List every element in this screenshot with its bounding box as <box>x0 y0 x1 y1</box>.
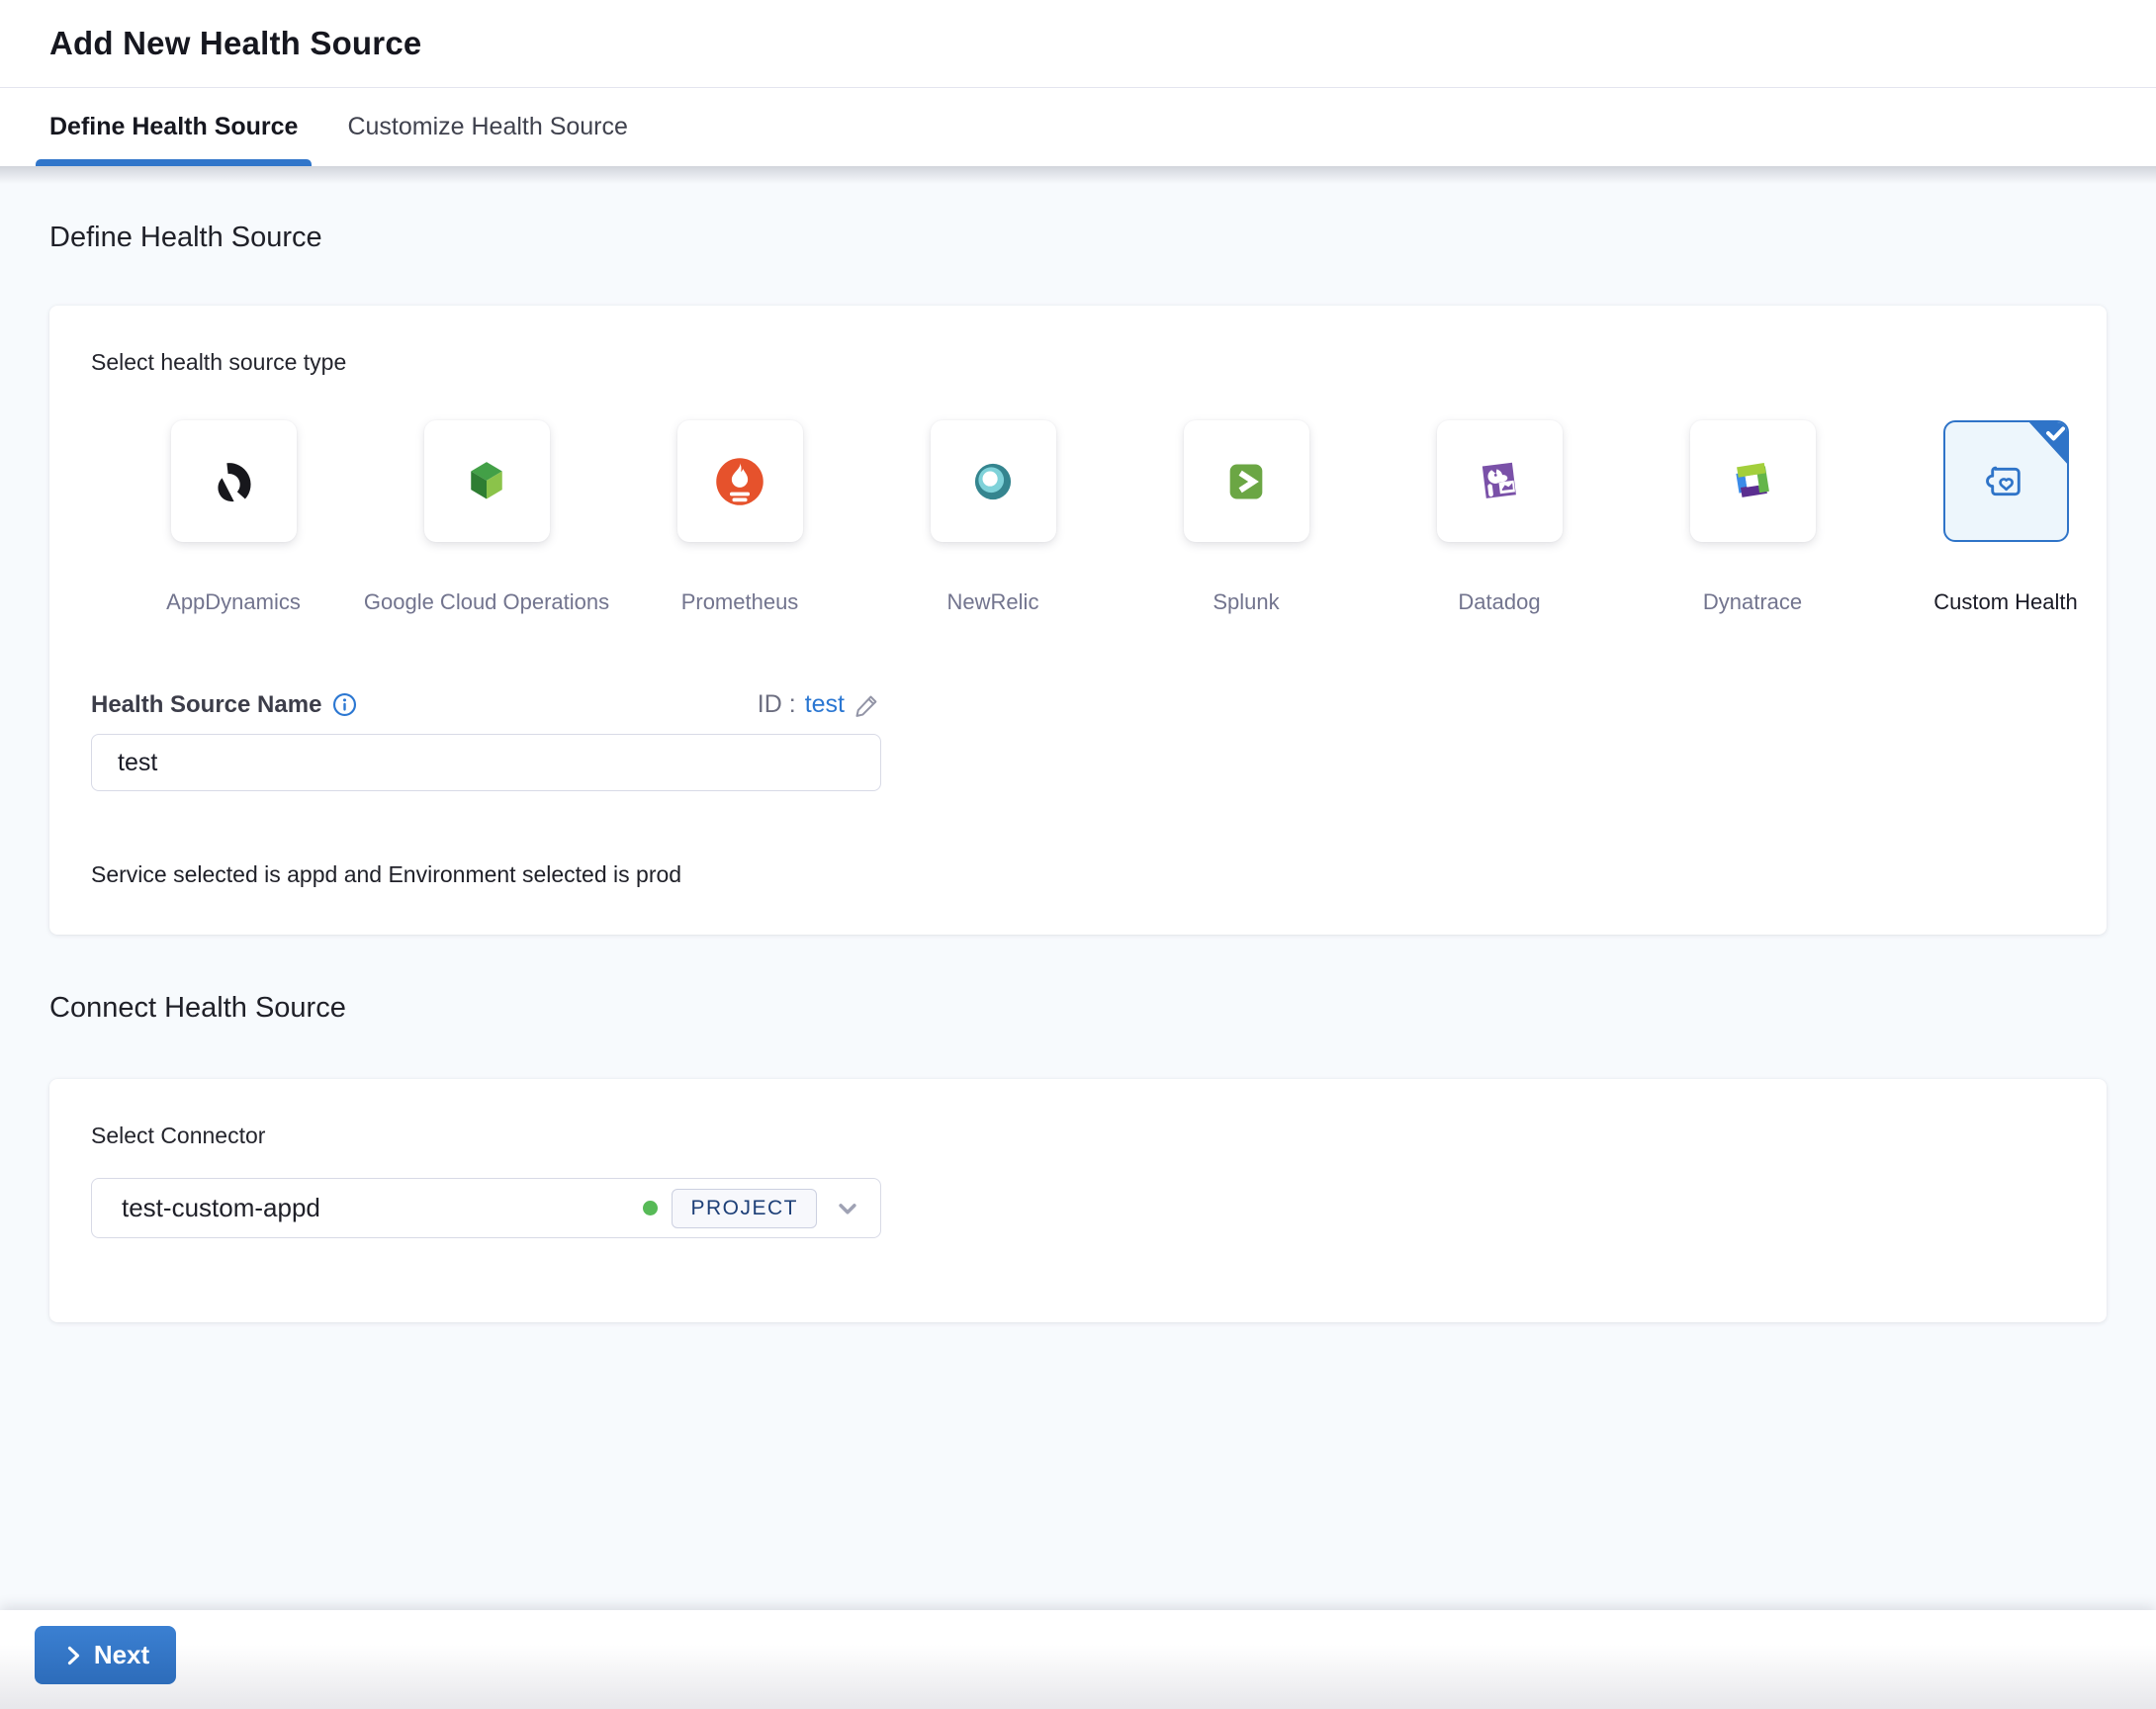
connector-value: test-custom-appd <box>122 1193 320 1222</box>
connector-select[interactable]: test-custom-appd PROJECT <box>91 1178 881 1238</box>
source-option-splunk: Splunk <box>1183 420 1309 615</box>
add-health-source-page: Add New Health Source Define Health Sour… <box>0 0 2156 1709</box>
define-section-heading: Define Health Source <box>49 222 322 253</box>
splunk-icon <box>1218 454 1274 509</box>
next-button[interactable]: Next <box>35 1626 176 1684</box>
tab-define-health-source[interactable]: Define Health Source <box>36 88 313 166</box>
tab-customize-health-source[interactable]: Customize Health Source <box>333 88 641 166</box>
tab-label: Customize Health Source <box>347 113 628 140</box>
health-source-name-input[interactable] <box>91 734 881 791</box>
label-text: Health Source Name <box>91 690 322 718</box>
source-card-custom-health[interactable] <box>1942 420 2069 542</box>
source-card-appdynamics[interactable] <box>170 420 297 542</box>
source-option-datadog: Datadog <box>1436 420 1563 615</box>
source-card-prometheus[interactable] <box>676 420 803 542</box>
datadog-icon <box>1472 454 1527 509</box>
tab-bar: Define Health Source Customize Health So… <box>0 88 2156 166</box>
source-card-newrelic[interactable] <box>930 420 1056 542</box>
id-prefix: ID : <box>757 690 796 718</box>
source-label: NewRelic <box>946 589 1039 614</box>
source-card-datadog[interactable] <box>1436 420 1563 542</box>
source-option-custom-health: Custom Health <box>1933 420 2078 615</box>
selected-check-icon <box>2023 422 2067 466</box>
chevron-down-icon[interactable] <box>833 1194 862 1223</box>
service-environment-note: Service selected is appd and Environment… <box>91 861 682 887</box>
connect-health-source-panel: Select Connector test-custom-appd PROJEC… <box>49 1079 2107 1322</box>
edit-pencil-icon[interactable] <box>853 691 881 719</box>
source-type-label: Select health source type <box>91 349 347 375</box>
source-label: Custom Health <box>1933 589 2078 614</box>
connector-status-dot <box>643 1201 659 1215</box>
health-source-name-label: Health Source Name <box>91 691 358 719</box>
source-label: Google Cloud Operations <box>363 589 610 614</box>
tab-label: Define Health Source <box>49 113 299 140</box>
next-label: Next <box>93 1640 150 1669</box>
id-row: ID : test <box>758 690 881 719</box>
select-connector-label: Select Connector <box>91 1123 266 1148</box>
page-title: Add New Health Source <box>49 25 422 61</box>
source-label: Splunk <box>1213 589 1280 614</box>
source-label: Prometheus <box>680 589 799 614</box>
source-label: Dynatrace <box>1702 589 1803 614</box>
source-option-prometheus: Prometheus <box>676 420 803 615</box>
source-label: AppDynamics <box>166 589 301 614</box>
appdynamics-icon <box>205 453 262 510</box>
connect-section-heading: Connect Health Source <box>49 992 346 1024</box>
prometheus-icon <box>710 452 769 511</box>
google-cloud-operations-icon <box>459 454 514 509</box>
id-value: test <box>804 690 845 718</box>
header: Add New Health Source Define Health Sour… <box>0 0 2156 166</box>
connector-scope-badge: PROJECT <box>672 1188 817 1228</box>
dynatrace-icon <box>1725 454 1780 509</box>
footer-bar: Next <box>0 1610 2156 1709</box>
health-source-name-row: Health Source Name ID : test <box>91 690 881 719</box>
health-source-type-row: AppDynamics Google Cloud Operations Prom… <box>166 420 2078 615</box>
title-row: Add New Health Source <box>0 0 2156 88</box>
newrelic-icon <box>965 454 1021 509</box>
source-card-dynatrace[interactable] <box>1689 420 1816 542</box>
info-icon[interactable] <box>331 691 358 718</box>
define-health-source-panel: Select health source type AppDynamics Go… <box>49 306 2107 935</box>
source-option-google-cloud-operations: Google Cloud Operations <box>364 420 609 615</box>
source-card-google-cloud-operations[interactable] <box>423 420 550 542</box>
source-option-appdynamics: AppDynamics <box>166 420 301 615</box>
header-shadow <box>0 166 2156 184</box>
source-card-splunk[interactable] <box>1183 420 1309 542</box>
next-chevron-icon <box>61 1644 85 1667</box>
source-label: Datadog <box>1458 589 1541 614</box>
source-option-dynatrace: Dynatrace <box>1689 420 1816 615</box>
source-option-newrelic: NewRelic <box>930 420 1056 615</box>
